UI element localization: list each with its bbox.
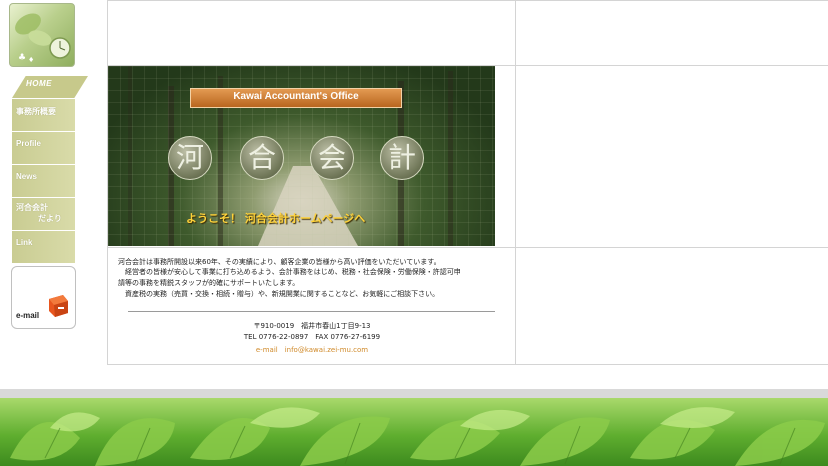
intro-line: 資産税の実務（売買・交換・相続・贈与）や、新規開業に関することなど、お気軽にご相… <box>118 290 440 298</box>
email-button[interactable]: e-mail <box>11 266 76 329</box>
nav-label: News <box>16 172 37 181</box>
mailbox-icon <box>49 295 68 317</box>
divider <box>515 0 516 365</box>
nav-label: Profile <box>16 139 41 148</box>
kanji-circle: 河 <box>168 136 212 180</box>
email-link[interactable]: e-mail info@kawai.zei-mu.com <box>162 345 462 355</box>
svg-text:♣: ♣ <box>18 53 26 63</box>
site-logo[interactable]: ♣ ♦ <box>9 3 75 67</box>
nav-office-overview[interactable]: 事務所概要 <box>12 99 75 132</box>
divider <box>107 364 828 365</box>
nav-label-sub: だより <box>38 214 62 223</box>
divider <box>128 311 495 312</box>
kanji-circle: 計 <box>380 136 424 180</box>
office-title-plate: Kawai Accountant's Office <box>190 88 402 108</box>
nav-news[interactable]: News <box>12 165 75 198</box>
nav-profile[interactable]: Profile <box>12 132 75 165</box>
kanji-circle: 会 <box>310 136 354 180</box>
nav-label: 河合会計 だより <box>16 202 62 224</box>
office-title: Kawai Accountant's Office <box>233 91 359 102</box>
intro-line: 経営者の皆様が安心して事業に打ち込めるよう、会計事務をはじめ、税務・社会保険・労… <box>118 268 461 276</box>
address: 〒910-0019 福井市春山1丁目9-13 <box>253 322 371 330</box>
nav-label: Link <box>16 238 33 247</box>
nav-label-main: 河合会計 <box>16 203 48 212</box>
banner-image: Kawai Accountant's Office 河 合 会 計 ようこそ！ … <box>108 66 495 246</box>
divider <box>107 0 828 1</box>
intro-line: 請等の事務を精鋭スタッフが的確にサポートいたします。 <box>118 279 300 287</box>
nav-home-label: HOME <box>26 79 52 88</box>
footer-leaves-image <box>0 398 828 466</box>
nav-label: 事務所概要 <box>16 107 56 116</box>
leaf-clock-icon: ♣ ♦ <box>15 13 71 64</box>
email-label: e-mail <box>16 311 40 320</box>
nav-newsletter[interactable]: 河合会計 だより <box>12 198 75 231</box>
divider <box>107 247 828 248</box>
intro-line: 河合会計は事務所開設以来60年、その実績により、顧客企業の皆様から高い評価をいた… <box>118 258 441 266</box>
ginkgo-leaves-icon <box>10 407 825 466</box>
nav-home[interactable]: HOME <box>12 76 88 98</box>
svg-text:♦: ♦ <box>28 56 34 64</box>
welcome-text: ようこそ！ 河合会計ホームページへ <box>186 212 366 225</box>
footer-band <box>0 389 828 398</box>
kanji-circle: 合 <box>240 136 284 180</box>
phone-fax: TEL 0776-22-0897 FAX 0776-27-6199 <box>243 333 381 341</box>
nav-link[interactable]: Link <box>12 231 75 264</box>
